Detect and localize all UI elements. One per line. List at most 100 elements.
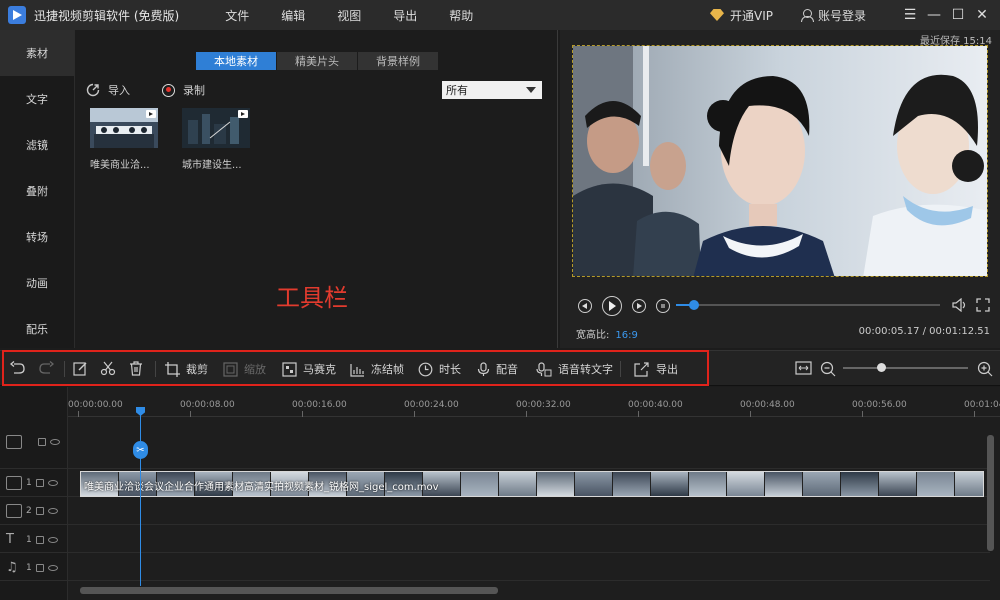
duration-label: 时长 (439, 363, 461, 376)
lock-icon[interactable] (35, 563, 44, 572)
film-icon (6, 504, 22, 518)
export-button[interactable]: 导出 (634, 361, 678, 377)
menu-export[interactable]: 导出 (393, 7, 417, 24)
fullscreen-icon[interactable] (976, 298, 990, 312)
vertical-scrollbar[interactable] (987, 435, 994, 551)
tab-local-material[interactable]: 本地素材 (196, 52, 276, 70)
seek-knob[interactable] (689, 300, 700, 310)
nav-filter[interactable]: 滤镜 (0, 122, 74, 168)
filter-dropdown[interactable]: 所有 (442, 81, 542, 99)
overlay-track-row (0, 417, 990, 469)
mosaic-button[interactable]: 马赛克 (282, 361, 336, 377)
ruler-tick-label: 00:00:00.00 (68, 400, 123, 410)
overlay-track-controls (6, 435, 60, 449)
redo-button[interactable] (38, 361, 60, 375)
stop-icon[interactable] (656, 299, 670, 313)
edit-icon (73, 362, 87, 376)
track-number: 2 (26, 506, 32, 516)
menu-file[interactable]: 文件 (225, 7, 249, 24)
zoom-in-button[interactable] (977, 361, 999, 377)
duration-button[interactable]: 时长 (418, 361, 461, 377)
clip-frame (765, 472, 803, 496)
media-item[interactable]: 唯美商业洽... (90, 108, 162, 171)
nav-music[interactable]: 配乐 (0, 306, 74, 352)
clip-frame (537, 472, 575, 496)
music-note-icon: ♫ (6, 560, 18, 575)
lock-icon[interactable] (38, 438, 46, 446)
redo-icon (39, 361, 54, 374)
close-icon[interactable]: ✕ (972, 5, 992, 25)
ruler-tick-label: 00:00:48.00 (740, 400, 795, 410)
tab-background-samples[interactable]: 背景样例 (358, 52, 438, 70)
media-item[interactable]: 城市建设生... (182, 108, 254, 171)
eye-icon[interactable] (50, 439, 60, 445)
lock-icon[interactable] (35, 507, 44, 515)
split-scissors-icon[interactable]: ✂ (133, 441, 148, 459)
edit-button[interactable] (73, 361, 94, 376)
ruler-tick-label: 00:00:32.00 (516, 400, 571, 410)
undo-button[interactable] (10, 361, 32, 375)
timeline-zoom-slider[interactable] (843, 363, 968, 372)
app-title: 迅捷视频剪辑软件 (免费版) (34, 8, 180, 23)
nav-transition[interactable]: 转场 (0, 214, 74, 260)
record-label: 录制 (183, 84, 205, 97)
eye-icon[interactable] (47, 564, 58, 571)
nav-text[interactable]: 文字 (0, 76, 74, 122)
volume-icon[interactable] (952, 298, 968, 312)
nav-material[interactable]: 素材 (0, 30, 74, 76)
eye-icon[interactable] (47, 480, 58, 486)
speech-to-text-label: 语音转文字 (558, 363, 613, 376)
lock-icon[interactable] (35, 479, 44, 487)
seek-bar[interactable] (676, 300, 940, 310)
menu-hamburger-icon[interactable]: ☰ (900, 5, 920, 25)
minimize-icon[interactable]: — (924, 5, 944, 25)
title-right: 开通VIP 账号登录 ☰ — ☐ ✕ (709, 0, 992, 30)
next-frame-icon[interactable] (632, 299, 646, 313)
maximize-icon[interactable]: ☐ (948, 5, 968, 25)
menu-edit[interactable]: 编辑 (281, 7, 305, 24)
fit-timeline-button[interactable] (795, 361, 818, 375)
speech-to-text-icon (536, 361, 552, 376)
app-logo-icon (8, 6, 26, 24)
clip-name: 唯美商业洽谈会议企业合作通用素材高清实拍视频素材_锐格网_sigel_com.m… (84, 482, 439, 493)
eye-icon[interactable] (47, 508, 58, 514)
nav-overlay[interactable]: 叠附 (0, 168, 74, 214)
login-button[interactable]: 账号登录 (800, 7, 866, 24)
zoom-button[interactable]: 缩放 (223, 361, 266, 377)
clip-frame (917, 472, 955, 496)
lock-icon[interactable] (35, 535, 44, 544)
zoom-out-button[interactable] (820, 361, 842, 377)
export-icon (634, 361, 649, 377)
vip-label: 开通VIP (729, 8, 773, 23)
toolbar-annotation: 工具栏 (276, 284, 348, 312)
ruler-tick-label: 00:00:24.00 (404, 400, 459, 410)
eye-icon[interactable] (47, 536, 58, 543)
media-name: 唯美商业洽... (90, 160, 150, 171)
playhead-line[interactable] (140, 411, 141, 586)
zoom-out-icon (820, 361, 836, 377)
dub-label: 配音 (496, 363, 518, 376)
time-ruler[interactable]: 00:00:00.00 00:00:08.00 00:00:16.00 00:00:2… (68, 387, 1000, 417)
video-preview[interactable] (572, 45, 988, 277)
menu-view[interactable]: 视图 (337, 7, 361, 24)
aspect-ratio[interactable]: 宽高比: 16:9 (576, 326, 638, 341)
zoom-label: 缩放 (244, 363, 266, 376)
delete-button[interactable] (129, 361, 149, 376)
horizontal-scrollbar[interactable] (80, 587, 498, 594)
play-icon[interactable] (602, 296, 622, 316)
video-clip[interactable]: 唯美商业洽谈会议企业合作通用素材高清实拍视频素材_锐格网_sigel_com.m… (80, 471, 984, 497)
record-button[interactable]: 录制 (162, 82, 205, 98)
zoom-slider-knob[interactable] (876, 363, 886, 372)
cut-button[interactable] (100, 361, 122, 376)
crop-button[interactable]: 裁剪 (165, 361, 208, 377)
freeze-frame-button[interactable]: 冻结帧 (350, 361, 404, 377)
previous-frame-icon[interactable] (578, 299, 592, 313)
speech-to-text-button[interactable]: 语音转文字 (536, 361, 613, 377)
tab-intro-clips[interactable]: 精美片头 (277, 52, 357, 70)
clip-frame (651, 472, 689, 496)
nav-animation[interactable]: 动画 (0, 260, 74, 306)
import-button[interactable]: 导入 (86, 82, 130, 98)
dub-button[interactable]: 配音 (477, 361, 518, 377)
vip-button[interactable]: 开通VIP (709, 7, 773, 24)
menu-help[interactable]: 帮助 (449, 7, 473, 24)
